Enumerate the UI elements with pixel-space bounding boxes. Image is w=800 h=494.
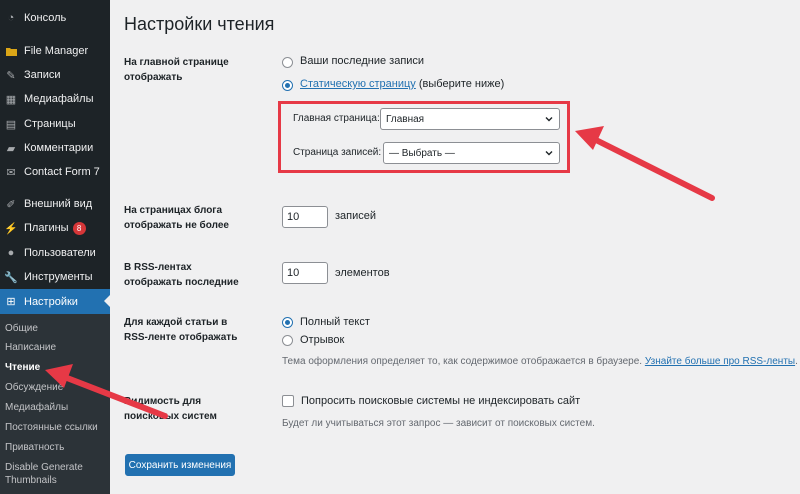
sidebar-item-label: Инструменты	[24, 271, 93, 283]
sidebar-item-users[interactable]: ● Пользователи	[0, 242, 110, 264]
sidebar-item-label: Комментарии	[24, 142, 94, 154]
sidebar-item-appearance[interactable]: ✐ Внешний вид	[0, 193, 110, 215]
sidebar-item-label: Страницы	[24, 118, 76, 130]
wrench-icon: 🔧	[4, 271, 18, 284]
plugin-icon: ⚡	[4, 222, 18, 235]
submenu-item-reading[interactable]: Чтение	[5, 361, 109, 374]
radio-excerpt[interactable]	[282, 335, 293, 346]
front-page-label: На главной странице отображать	[124, 57, 229, 83]
plugins-update-badge: 8	[72, 221, 86, 235]
sidebar-item-label: Медиафайлы	[24, 93, 94, 105]
search-visibility-label: Видимость для поисковых систем	[124, 396, 217, 422]
posts-per-page-unit: записей	[335, 210, 377, 222]
submenu-item-privacy[interactable]: Приватность	[5, 441, 109, 454]
media-icon: ▦	[5, 93, 17, 106]
sidebar-item-settings[interactable]: ⊞ Настройки	[0, 289, 110, 314]
comment-icon: ▰	[6, 142, 16, 155]
brush-icon: ✐	[6, 198, 16, 211]
sidebar-item-comments[interactable]: ▰ Комментарии	[0, 137, 110, 159]
sidebar-item-posts[interactable]: ✎ Записи	[0, 64, 110, 86]
rss-description-text: Тема оформления определяет то, как содер…	[282, 356, 645, 367]
sidebar-item-label: Contact Form 7	[24, 166, 100, 178]
rss-items-unit: элементов	[335, 267, 390, 279]
submenu-item-general[interactable]: Общие	[5, 322, 109, 335]
submenu-item-discussion[interactable]: Обсуждение	[5, 381, 109, 394]
rss-items-input[interactable]	[282, 262, 328, 284]
sidebar-item-label: Консоль	[24, 12, 67, 24]
radio-latest-posts-label: Ваши последние записи	[300, 55, 425, 67]
noindex-checkbox[interactable]	[282, 395, 294, 407]
radio-excerpt-label: Отрывок	[300, 334, 345, 346]
radio-full-text[interactable]	[282, 317, 293, 328]
sidebar-item-label: Пользователи	[24, 247, 96, 259]
radio-full-text-label: Полный текст	[300, 316, 370, 328]
dashboard-icon: ◔	[7, 12, 15, 24]
rss-learn-more-link[interactable]: Узнайте больше про RSS-ленты	[645, 356, 795, 367]
folder-icon	[5, 45, 17, 57]
radio-static-page[interactable]	[282, 80, 293, 91]
sidebar-item-label: Настройки	[24, 295, 78, 308]
sidebar-item-file-manager[interactable]: File Manager	[0, 40, 110, 62]
sidebar-item-tools[interactable]: 🔧 Инструменты	[0, 266, 110, 288]
annotation-highlight-box	[278, 101, 570, 173]
sidebar-item-label: Внешний вид	[24, 198, 93, 210]
settings-main: Настройки чтения На главной странице ото…	[110, 0, 800, 494]
settings-icon: ⊞	[6, 296, 16, 308]
submenu-item-permalinks[interactable]: Постоянные ссылки	[5, 421, 109, 434]
admin-sidebar: ◔ Консоль File Manager ✎ Записи ▦ Медиаф…	[0, 0, 110, 494]
page-icon: ▤	[5, 118, 17, 131]
search-visibility-description: Будет ли учитываться этот запрос — завис…	[282, 418, 595, 429]
submenu-item-disable-thumbnails[interactable]: Disable Generate Thumbnails	[5, 461, 109, 487]
static-page-link[interactable]: Статическую страницу	[300, 78, 416, 90]
sidebar-item-pages[interactable]: ▤ Страницы	[0, 113, 110, 135]
sidebar-item-label: Плагины	[24, 222, 69, 234]
sidebar-item-plugins[interactable]: ⚡ Плагины 8	[0, 217, 110, 239]
radio-static-page-label: Статическую страницу (выберите ниже)	[300, 78, 504, 90]
radio-latest-posts[interactable]	[282, 57, 293, 68]
rss-content-description: Тема оформления определяет то, как содер…	[282, 356, 798, 367]
posts-per-page-input[interactable]	[282, 206, 328, 228]
sidebar-item-label: Записи	[24, 69, 61, 81]
sidebar-item-dashboard[interactable]: ◔ Консоль	[0, 7, 110, 29]
mail-icon: ✉	[6, 166, 16, 179]
rss-items-label: В RSS-лентах отображать последние	[124, 262, 239, 288]
sidebar-item-media[interactable]: ▦ Медиафайлы	[0, 88, 110, 110]
posts-per-page-label: На страницах блога отображать не более	[124, 205, 229, 231]
submenu-item-writing[interactable]: Написание	[5, 341, 109, 354]
noindex-checkbox-label: Попросить поисковые системы не индексиро…	[301, 395, 581, 407]
settings-submenu: Общие Написание Чтение Обсуждение Медиаф…	[0, 314, 110, 494]
save-changes-button[interactable]: Сохранить изменения	[125, 454, 235, 476]
static-page-suffix: (выберите ниже)	[415, 78, 505, 90]
page-title: Настройки чтения	[124, 14, 275, 34]
rss-content-label: Для каждой статьи в RSS-ленте отображать	[124, 317, 238, 343]
rss-description-end: .	[795, 356, 798, 367]
sidebar-item-label: File Manager	[24, 45, 89, 57]
user-icon: ●	[7, 247, 15, 259]
pin-icon: ✎	[6, 69, 16, 82]
sidebar-item-contact-form[interactable]: ✉ Contact Form 7	[0, 161, 110, 183]
submenu-item-media[interactable]: Медиафайлы	[5, 401, 109, 414]
